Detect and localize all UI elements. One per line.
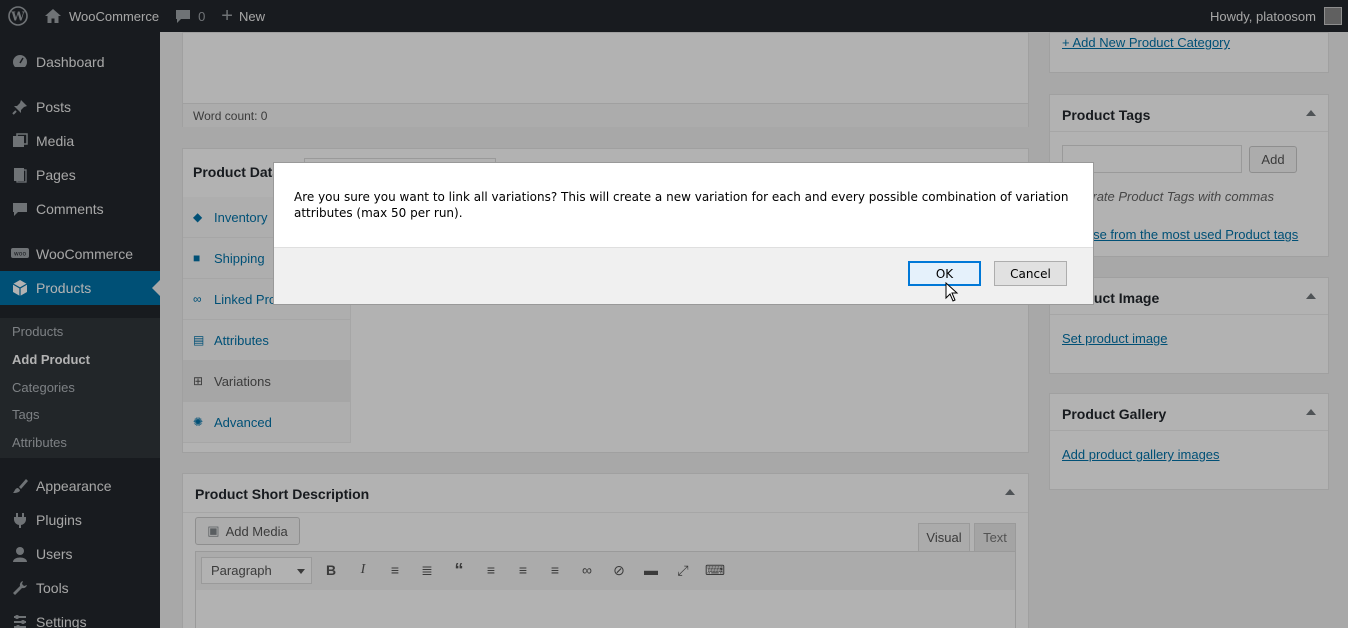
- modal-overlay: [0, 0, 1348, 628]
- ok-label: OK: [935, 266, 954, 281]
- mouse-pointer-icon: [945, 282, 959, 302]
- confirm-message: Are you sure you want to link all variat…: [294, 190, 1069, 220]
- cancel-label: Cancel: [1010, 266, 1051, 281]
- confirm-dialog: Are you sure you want to link all variat…: [273, 162, 1094, 305]
- cancel-button[interactable]: Cancel: [994, 261, 1067, 286]
